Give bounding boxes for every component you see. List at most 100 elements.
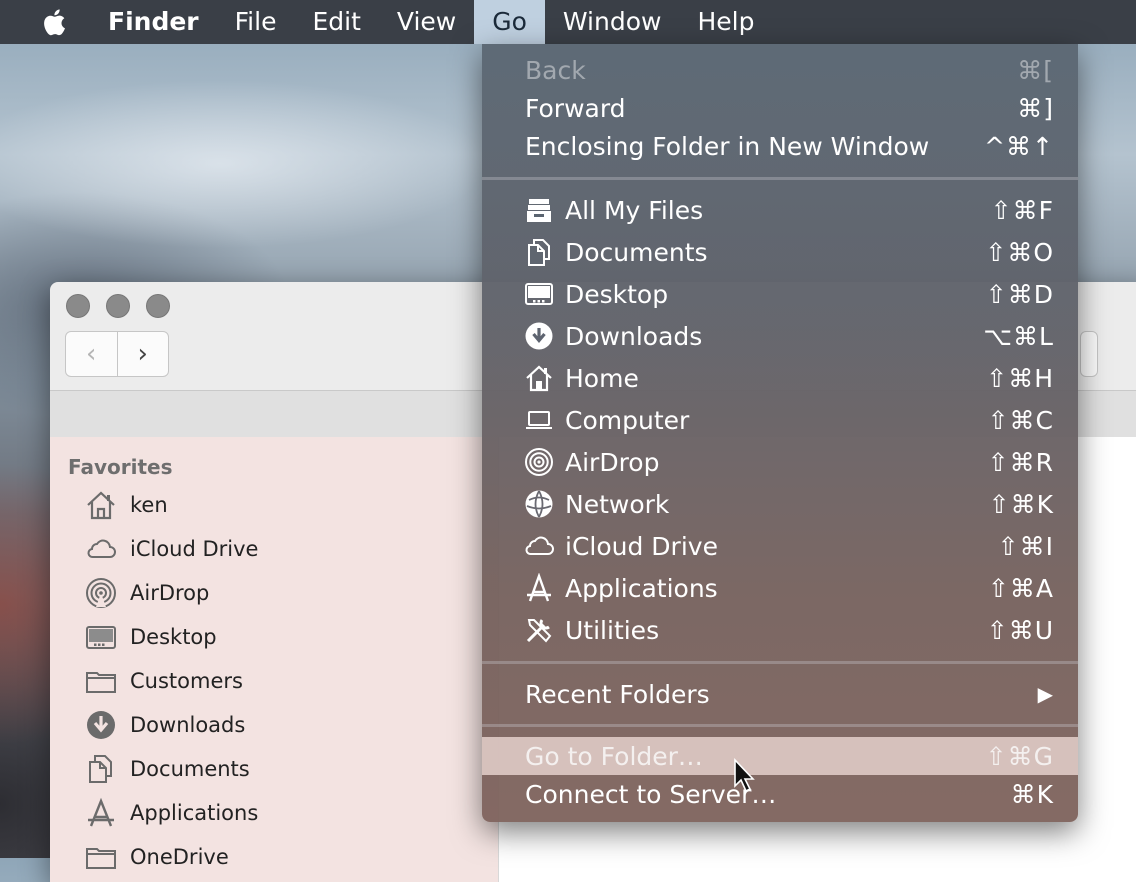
sidebar-item-documents[interactable]: Documents: [84, 749, 250, 789]
menu-item-icloud-drive[interactable]: iCloud Drive ⇧⌘I: [482, 527, 1078, 565]
computer-icon: [523, 404, 555, 436]
menu-item-shortcut: ⌘[: [1017, 55, 1054, 85]
sidebar-item-desktop[interactable]: Desktop: [84, 617, 217, 657]
menu-item-shortcut: ⇧⌘K: [988, 489, 1054, 519]
applications-icon: [523, 572, 555, 604]
menu-edit[interactable]: Edit: [294, 0, 378, 44]
menu-item-utilities[interactable]: Utilities ⇧⌘U: [482, 611, 1078, 649]
menu-item-shortcut: ⌘]: [1017, 93, 1054, 123]
menu-item-network[interactable]: Network ⇧⌘K: [482, 485, 1078, 523]
menu-item-shortcut: ⇧⌘R: [987, 447, 1054, 477]
menu-item-label: Downloads: [565, 321, 703, 351]
menu-item-recent-folders[interactable]: Recent Folders ▶: [482, 675, 1078, 713]
menu-item-label: Utilities: [565, 615, 660, 645]
downloads-icon: [87, 711, 115, 739]
sidebar-item-label: Customers: [130, 669, 243, 693]
sidebar-item-applications[interactable]: Applications: [84, 793, 258, 833]
menu-item-connect-to-server[interactable]: Connect to Server… ⌘K: [482, 775, 1078, 813]
back-forward-control: ‹ ›: [65, 331, 169, 377]
menu-separator: [482, 724, 1078, 727]
airdrop-icon: [523, 446, 555, 478]
menu-item-shortcut: ⇧⌘O: [985, 237, 1054, 267]
home-icon: [87, 491, 115, 520]
applications-icon: [88, 797, 114, 827]
sidebar-item-label: Documents: [130, 757, 250, 781]
menu-item-label: Recent Folders: [525, 679, 710, 709]
back-button[interactable]: ‹: [66, 332, 117, 376]
sidebar-item-ken[interactable]: ken: [84, 485, 168, 525]
menu-item-label: All My Files: [565, 195, 704, 225]
menu-item-enclosing-folder[interactable]: Enclosing Folder in New Window ^⌘↑: [482, 127, 1078, 165]
folder-icon: [86, 848, 116, 869]
menu-bar: Finder File Edit View Go Window Help: [0, 0, 1136, 44]
icloud-icon: [523, 530, 555, 562]
menu-item-shortcut: ⇧⌘A: [987, 573, 1054, 603]
menu-view[interactable]: View: [379, 0, 474, 44]
documents-icon: [523, 236, 555, 268]
close-window-button[interactable]: [66, 294, 90, 318]
menu-item-shortcut: ⇧⌘D: [985, 279, 1054, 309]
sidebar-item-onedrive[interactable]: OneDrive: [84, 837, 229, 877]
menu-window[interactable]: Window: [545, 0, 680, 44]
menu-item-applications[interactable]: Applications ⇧⌘A: [482, 569, 1078, 607]
menu-item-back[interactable]: Back ⌘[: [482, 51, 1078, 89]
zoom-window-button[interactable]: [146, 294, 170, 318]
forward-button[interactable]: ›: [116, 332, 169, 376]
menu-item-all-my-files[interactable]: All My Files ⇧⌘F: [482, 191, 1078, 229]
sidebar-item-label: OneDrive: [130, 845, 229, 869]
sidebar: Favorites ken iCloud Drive AirDrop Deskt…: [50, 437, 498, 882]
sidebar-item-icloud-drive[interactable]: iCloud Drive: [84, 529, 258, 569]
menu-finder[interactable]: Finder: [108, 0, 217, 44]
sidebar-item-label: ken: [130, 493, 168, 517]
menu-item-label: Applications: [565, 573, 718, 603]
desktop-icon: [86, 626, 116, 649]
network-icon: [523, 488, 555, 520]
sidebar-item-label: Applications: [130, 801, 259, 825]
airdrop-icon: [86, 578, 116, 608]
menu-item-documents[interactable]: Documents ⇧⌘O: [482, 233, 1078, 271]
minimize-window-button[interactable]: [106, 294, 130, 318]
menu-item-label: Go to Folder…: [525, 741, 703, 771]
home-icon: [523, 362, 555, 394]
menu-item-shortcut: ^⌘↑: [984, 131, 1054, 161]
menu-separator: [482, 177, 1078, 180]
menu-item-shortcut: ⌥⌘L: [983, 321, 1054, 351]
menu-item-desktop[interactable]: Desktop ⇧⌘D: [482, 275, 1078, 313]
folder-icon: [86, 672, 116, 693]
toolbar-search-field[interactable]: [1080, 331, 1098, 377]
icloud-icon: [87, 539, 116, 558]
menu-item-go-to-folder[interactable]: Go to Folder… ⇧⌘G: [482, 737, 1078, 775]
menu-go[interactable]: Go: [474, 0, 545, 44]
menu-help[interactable]: Help: [679, 0, 772, 44]
menu-item-shortcut: ⇧⌘I: [997, 531, 1054, 561]
menu-item-label: Home: [565, 363, 639, 393]
sidebar-item-label: Desktop: [130, 625, 217, 649]
sidebar-item-customers[interactable]: Customers: [84, 661, 243, 701]
menu-item-label: iCloud Drive: [565, 531, 718, 561]
menu-item-airdrop[interactable]: AirDrop ⇧⌘R: [482, 443, 1078, 481]
menu-item-label: Network: [565, 489, 670, 519]
menu-item-label: Forward: [525, 93, 626, 123]
menu-file[interactable]: File: [217, 0, 295, 44]
menu-item-home[interactable]: Home ⇧⌘H: [482, 359, 1078, 397]
desktop-icon: [523, 278, 555, 310]
menu-item-shortcut: ⇧⌘C: [987, 405, 1054, 435]
go-menu-dropdown: Back ⌘[ Forward ⌘] Enclosing Folder in N…: [482, 44, 1078, 822]
sidebar-item-label: iCloud Drive: [130, 537, 259, 561]
menu-item-shortcut: ⌘K: [1010, 779, 1054, 809]
menu-item-label: Documents: [565, 237, 708, 267]
sidebar-item-downloads[interactable]: Downloads: [84, 705, 245, 745]
menu-item-forward[interactable]: Forward ⌘]: [482, 89, 1078, 127]
menu-separator: [482, 661, 1078, 664]
documents-icon: [89, 755, 112, 783]
sidebar-section-title: Favorites: [68, 455, 173, 479]
apple-logo-icon[interactable]: [40, 6, 72, 38]
menu-item-label: Computer: [565, 405, 690, 435]
sidebar-item-label: AirDrop: [130, 581, 210, 605]
menu-item-downloads[interactable]: Downloads ⌥⌘L: [482, 317, 1078, 355]
utilities-icon: [523, 614, 555, 646]
submenu-arrow-icon: ▶: [1037, 682, 1054, 706]
sidebar-item-airdrop[interactable]: AirDrop: [84, 573, 209, 613]
menu-item-computer[interactable]: Computer ⇧⌘C: [482, 401, 1078, 439]
sidebar-item-label: Downloads: [130, 713, 246, 737]
